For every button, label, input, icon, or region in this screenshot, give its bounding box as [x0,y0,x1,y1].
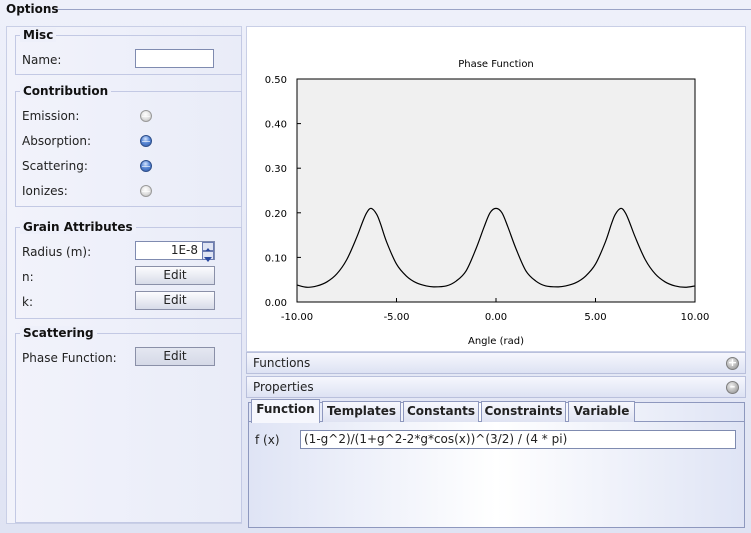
name-label: Name: [22,53,62,67]
n-label: n: [22,270,34,284]
scattering-group-title: Scattering [20,326,97,340]
misc-group-title: Misc [20,28,57,42]
x-tick-label: 0.00 [485,312,507,323]
y-tick-label: 0.10 [265,253,287,264]
absorption-label: Absorption: [22,134,91,148]
phase-function-label: Phase Function: [22,351,117,365]
plus-icon[interactable]: + [726,357,739,370]
phase-function-chart: Phase Function Angle (rad) -10.00 -5.00 0.… [246,26,746,352]
properties-tab-area: Function Templates Constants Constraints… [248,399,745,528]
tab-constraints[interactable]: Constraints [481,401,566,422]
options-left-panel: Misc Name: Contribution Emission: Absorp… [6,26,242,524]
scattering-radio[interactable] [140,160,152,172]
function-label: f (x) [255,433,280,447]
options-right-panel: Phase Function Angle (rad) -10.00 -5.00 0.… [246,26,746,530]
x-tick-label: 10.00 [681,312,710,323]
scattering-group: Scattering Phase Function: Edit [15,326,242,523]
x-axis-label: Angle (rad) [468,336,524,347]
edit-n-button[interactable]: Edit [135,266,215,285]
ionizes-label: Ionizes: [22,184,68,198]
tab-templates[interactable]: Templates [322,401,401,422]
functions-panel-label: Functions [253,356,311,370]
edit-k-button[interactable]: Edit [135,291,215,310]
spinner-down-button[interactable] [202,251,214,262]
function-expression-input[interactable]: (1-g^2)/(1+g^2-2*g*cos(x))^(3/2) / (4 * … [300,430,736,449]
grain-attributes-title: Grain Attributes [20,220,136,234]
tab-function[interactable]: Function [251,399,320,423]
x-tick-label: -10.00 [281,312,313,323]
grain-attributes-group: Grain Attributes Radius (m): 1E-8 n: Edi… [15,220,242,319]
scattering-label: Scattering: [22,159,88,173]
y-tick-label: 0.20 [265,209,287,220]
contribution-group: Contribution Emission: Absorption: Scatt… [15,84,242,207]
radius-label: Radius (m): [22,245,92,259]
y-tick-label: 0.40 [265,120,287,131]
options-title: Options [6,2,59,16]
tab-constants[interactable]: Constants [403,401,479,422]
functions-panel-header[interactable]: Functions + [246,352,746,374]
y-tick-label: 0.30 [265,164,287,175]
arrow-down-icon [204,257,212,262]
x-tick-label: 5.00 [584,312,606,323]
y-axis: 0.00 0.10 0.20 0.30 0.40 0.50 [265,75,301,309]
absorption-radio[interactable] [140,135,152,147]
properties-panel-header[interactable]: Properties – [246,376,746,398]
edit-phase-function-button[interactable]: Edit [135,347,215,366]
chart-title: Phase Function [458,59,534,70]
k-label: k: [22,295,33,309]
contribution-group-title: Contribution [20,84,112,98]
x-tick-label: -5.00 [384,312,410,323]
y-tick-label: 0.00 [265,298,287,309]
emission-radio[interactable] [140,110,152,122]
tab-variable[interactable]: Variable [568,401,635,422]
minus-icon[interactable]: – [726,381,739,394]
y-tick-label: 0.50 [265,75,287,86]
spinner-up-button[interactable] [202,242,214,253]
properties-panel-label: Properties [253,380,314,394]
ionizes-radio[interactable] [140,185,152,197]
plot-area [296,78,696,303]
emission-label: Emission: [22,109,80,123]
name-input[interactable] [135,49,214,68]
chart-svg: Phase Function Angle (rad) -10.00 -5.00 0.… [265,59,710,347]
title-separator [0,9,751,10]
misc-group: Misc Name: [15,28,242,75]
